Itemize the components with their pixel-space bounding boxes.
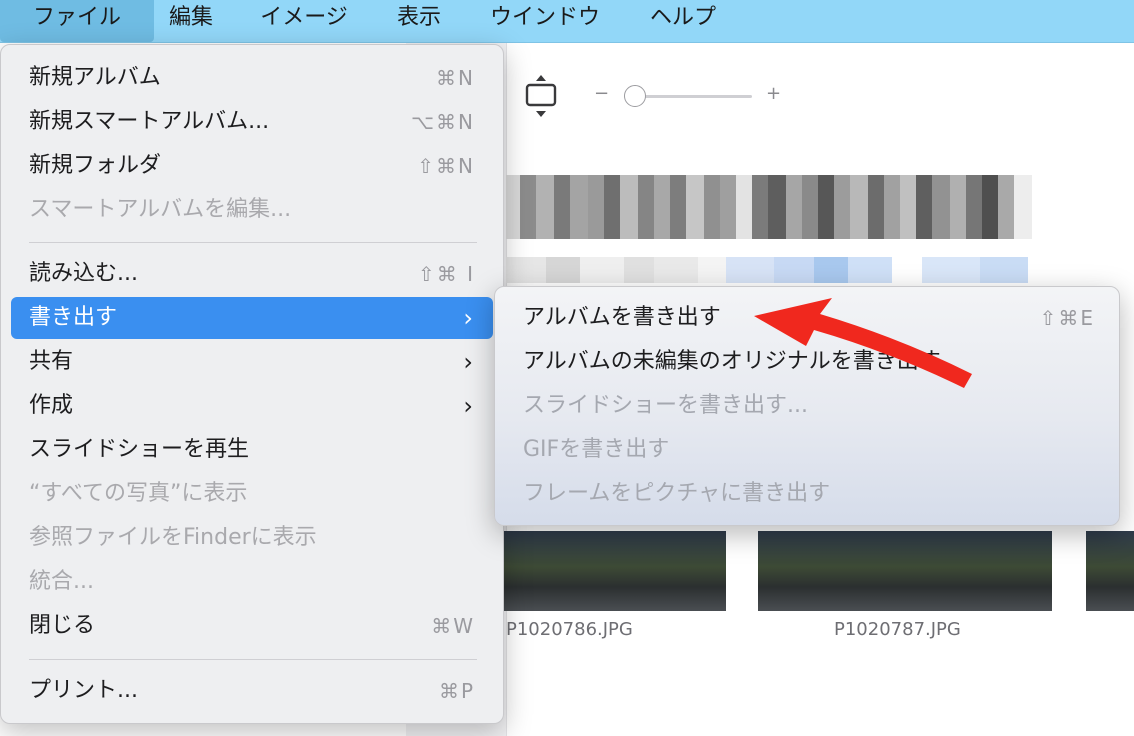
shortcut-label: ⇧⌘ I: [417, 262, 475, 286]
chevron-right-icon: ›: [463, 392, 473, 420]
photo-thumbnail[interactable]: [1086, 531, 1134, 611]
menu-item-new-album[interactable]: 新規アルバム ⌘N: [11, 57, 493, 99]
menubar-view[interactable]: 表示: [382, 0, 456, 42]
menu-item-label: 共有: [29, 349, 74, 374]
chevron-right-icon: ›: [463, 348, 473, 376]
fit-to-window-icon[interactable]: [524, 73, 558, 119]
zoom-in-button[interactable]: +: [766, 83, 781, 104]
menu-item-label: スマートアルバムを編集...: [29, 197, 292, 222]
submenu-item-export-frame: フレームをピクチャに書き出す: [505, 473, 1109, 515]
menu-item-play-slideshow[interactable]: スライドショーを再生: [11, 429, 493, 471]
menu-item-label: GIFを書き出す: [523, 437, 670, 462]
chevron-right-icon: ›: [463, 304, 473, 332]
photo-thumbnail[interactable]: [504, 531, 726, 611]
menu-item-create[interactable]: 作成 ›: [11, 385, 493, 427]
menu-item-import[interactable]: 読み込む... ⇧⌘ I: [11, 253, 493, 295]
zoom-slider-knob[interactable]: [624, 85, 646, 107]
menu-bar: ファイル 編集 イメージ 表示 ウインドウ ヘルプ: [0, 0, 1134, 43]
menu-item-label: “すべての写真”に表示: [29, 481, 248, 506]
menu-separator: [29, 659, 477, 660]
menu-item-new-folder[interactable]: 新規フォルダ ⇧⌘N: [11, 145, 493, 187]
menu-item-label: 読み込む...: [29, 261, 138, 286]
shortcut-label: ⌘N: [436, 66, 475, 90]
menu-item-new-smart-album[interactable]: 新規スマートアルバム... ⌥⌘N: [11, 101, 493, 143]
menu-item-edit-smart-album: スマートアルバムを編集...: [11, 189, 493, 231]
menu-item-label: アルバムを書き出す: [523, 305, 721, 330]
zoom-out-button[interactable]: −: [594, 83, 609, 104]
menu-item-label: 新規スマートアルバム...: [29, 109, 270, 134]
menu-item-label: 閉じる: [29, 613, 96, 638]
shortcut-label: ⌘W: [431, 614, 475, 638]
menu-item-label: スライドショーを再生: [29, 437, 250, 462]
album-title-redacted: [506, 175, 1032, 239]
submenu-item-export-gif: GIFを書き出す: [505, 429, 1109, 471]
file-menu: 新規アルバム ⌘N 新規スマートアルバム... ⌥⌘N 新規フォルダ ⇧⌘N ス…: [0, 44, 504, 724]
menu-item-label: 書き出す: [29, 305, 118, 330]
menu-item-label: 参照ファイルをFinderに表示: [29, 525, 317, 550]
red-arrow-annotation: [754, 298, 972, 388]
photo-caption: P1020786.JPG: [506, 619, 633, 640]
menubar-edit[interactable]: 編集: [156, 0, 226, 42]
shortcut-label: ⌥⌘N: [410, 110, 475, 134]
menu-item-show-in-finder: 参照ファイルをFinderに表示: [11, 517, 493, 559]
shortcut-label: ⌘P: [438, 679, 475, 703]
menubar-image[interactable]: イメージ: [244, 0, 364, 42]
menu-item-label: フレームをピクチャに書き出す: [523, 481, 831, 506]
menu-item-share[interactable]: 共有 ›: [11, 341, 493, 383]
menubar-help[interactable]: ヘルプ: [634, 0, 732, 42]
menu-item-label: 新規フォルダ: [29, 153, 162, 178]
menu-item-label: プリント...: [29, 678, 138, 703]
menu-item-show-in-all-photos: “すべての写真”に表示: [11, 473, 493, 515]
menu-item-print[interactable]: プリント... ⌘P: [11, 670, 493, 712]
menu-item-close[interactable]: 閉じる ⌘W: [11, 605, 493, 647]
shortcut-label: ⇧⌘E: [1039, 306, 1095, 330]
menubar-file[interactable]: ファイル: [0, 0, 154, 42]
menu-item-label: 統合...: [29, 569, 94, 594]
menu-item-label: 作成: [29, 393, 74, 418]
menu-item-consolidate: 統合...: [11, 561, 493, 603]
album-subtitle-redacted: [506, 257, 1028, 283]
menu-item-export[interactable]: 書き出す ›: [11, 297, 493, 339]
menubar-window[interactable]: ウインドウ: [474, 0, 616, 42]
photo-thumbnail[interactable]: [758, 531, 1052, 611]
menu-item-label: 新規アルバム: [29, 65, 161, 90]
menu-separator: [29, 242, 477, 243]
shortcut-label: ⇧⌘N: [417, 154, 475, 178]
photo-caption: P1020787.JPG: [834, 619, 961, 640]
